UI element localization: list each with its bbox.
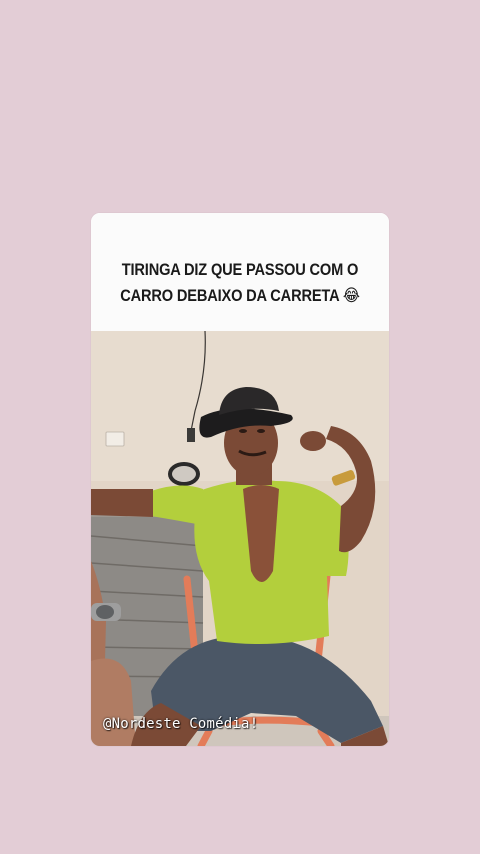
video-image [91,331,389,746]
laughing-emoji-icon: 😂 [342,286,360,306]
video-frame[interactable]: @Nordeste Comédia! [91,331,389,746]
caption-line-2-row: CARRO DEBAIXO DA CARRETA 😂 [112,283,368,309]
watermark-text: @Nordeste Comédia! [103,716,259,732]
post-caption: TIRINGA DIZ QUE PASSOU COM O CARRO DEBAI… [112,257,368,309]
caption-line-1: TIRINGA DIZ QUE PASSOU COM O [121,260,359,279]
post-card[interactable]: TIRINGA DIZ QUE PASSOU COM O CARRO DEBAI… [91,213,389,746]
caption-line-2: CARRO DEBAIXO DA CARRETA [120,286,339,305]
caption-area: TIRINGA DIZ QUE PASSOU COM O CARRO DEBAI… [91,213,389,331]
